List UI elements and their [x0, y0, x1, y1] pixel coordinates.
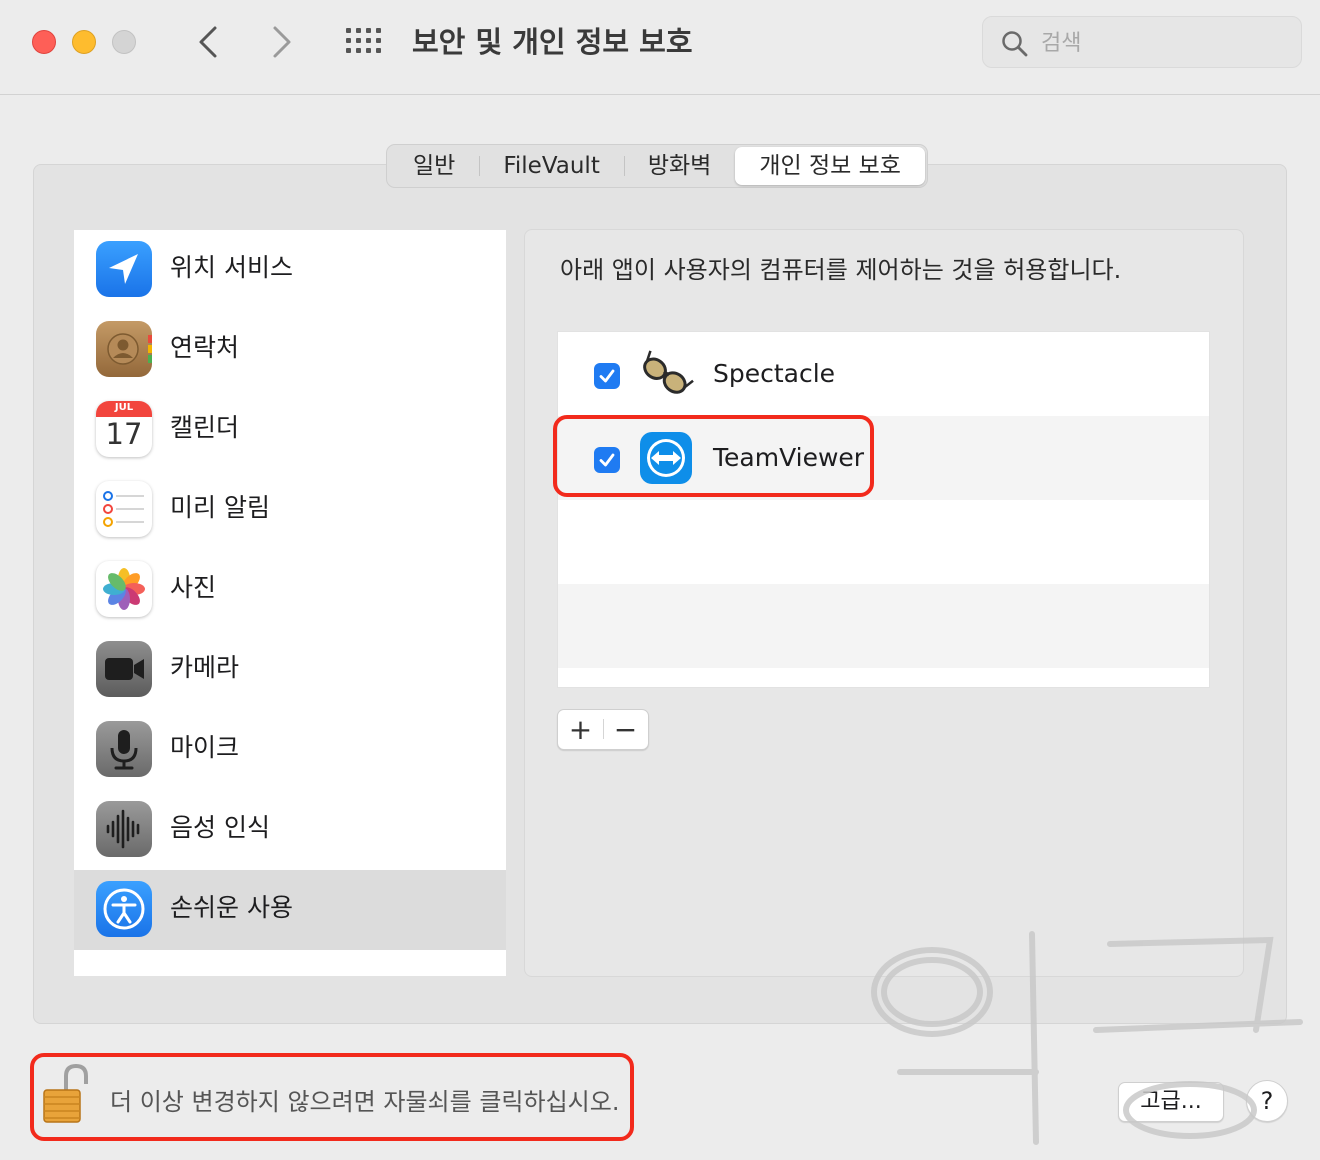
- advanced-button[interactable]: 고급...: [1118, 1082, 1224, 1122]
- back-button[interactable]: [188, 22, 228, 62]
- chevron-left-icon: [199, 26, 217, 58]
- sidebar-item-label: 음성 인식: [170, 813, 270, 842]
- allowed-apps-list[interactable]: Spectacle TeamViewer: [557, 331, 1210, 688]
- show-all-preferences-button[interactable]: [342, 24, 386, 60]
- title-bar: 보안 및 개인 정보 보호: [0, 0, 1320, 95]
- sidebar-item-label: 카메라: [170, 653, 240, 682]
- close-window-button[interactable]: [32, 30, 56, 54]
- grid-icon: [346, 28, 381, 53]
- spectacle-glasses-icon: [638, 346, 694, 402]
- sidebar-item-label: 연락처: [170, 333, 240, 362]
- accessibility-icon: [96, 881, 152, 937]
- location-arrow-icon: [96, 241, 152, 297]
- tab-privacy[interactable]: 개인 정보 보호: [735, 147, 925, 185]
- microphone-icon: [96, 721, 152, 777]
- calendar-day: 17: [105, 417, 143, 451]
- empty-row: [558, 500, 1209, 584]
- sidebar-item-reminders[interactable]: 미리 알림: [74, 470, 506, 550]
- tab-filevault[interactable]: FileVault: [479, 147, 624, 185]
- checkmark-icon: [599, 369, 615, 383]
- camera-icon: [96, 641, 152, 697]
- window-title: 보안 및 개인 정보 보호: [412, 25, 693, 59]
- sidebar-item-label: 사진: [170, 573, 217, 602]
- photos-icon: [96, 561, 152, 617]
- sidebar-item-microphone[interactable]: 마이크: [74, 710, 506, 790]
- minimize-window-button[interactable]: [72, 30, 96, 54]
- tab-bar: 일반 FileVault 방화벽 개인 정보 보호: [386, 144, 928, 188]
- tab-firewall[interactable]: 방화벽: [623, 147, 735, 185]
- search-field[interactable]: [982, 16, 1302, 68]
- sidebar-item-label: 위치 서비스: [170, 253, 293, 282]
- teamviewer-icon: [638, 430, 694, 486]
- sidebar-item-speech-recognition[interactable]: 음성 인식: [74, 790, 506, 870]
- unlocked-padlock-icon: [43, 1063, 88, 1123]
- spectacle-checkbox[interactable]: [594, 363, 620, 389]
- forward-button[interactable]: [262, 22, 302, 62]
- remove-app-button[interactable]: −: [603, 709, 648, 750]
- sidebar-item-label: 캘린더: [170, 413, 240, 442]
- sidebar-item-label: 미리 알림: [170, 493, 270, 522]
- app-name: Spectacle: [713, 359, 836, 388]
- sidebar-item-photos[interactable]: 사진: [74, 550, 506, 630]
- speech-recognition-icon: [96, 801, 152, 857]
- tab-general[interactable]: 일반: [389, 147, 479, 185]
- privacy-category-list[interactable]: 위치 서비스 연락처 JUL 17 캘린더 미리 알림 사진 카메라 마이크 음…: [74, 230, 506, 976]
- empty-row: [558, 584, 1209, 668]
- calendar-icon: JUL 17: [96, 401, 152, 457]
- add-remove-control: + −: [557, 709, 649, 750]
- help-button[interactable]: ?: [1246, 1080, 1288, 1122]
- chevron-right-icon: [273, 26, 291, 58]
- checkmark-icon: [599, 453, 615, 467]
- sidebar-item-contacts[interactable]: 연락처: [74, 310, 506, 390]
- reminders-icon: [96, 481, 152, 537]
- contacts-icon: [96, 321, 152, 377]
- sidebar-item-label: 마이크: [170, 733, 240, 762]
- teamviewer-checkbox[interactable]: [594, 447, 620, 473]
- plus-icon: +: [568, 712, 593, 746]
- search-icon: [1002, 31, 1028, 57]
- calendar-month: JUL: [114, 402, 134, 413]
- sidebar-item-location-services[interactable]: 위치 서비스: [74, 230, 506, 310]
- zoom-window-button[interactable]: [112, 30, 136, 54]
- app-row-spectacle[interactable]: Spectacle: [558, 332, 1209, 416]
- minus-icon: −: [613, 712, 638, 746]
- app-name: TeamViewer: [713, 443, 865, 472]
- search-input[interactable]: [1041, 25, 1281, 61]
- sidebar-item-label: 손쉬운 사용: [170, 893, 293, 922]
- lock-button[interactable]: [40, 1062, 92, 1126]
- app-row-teamviewer[interactable]: TeamViewer: [558, 416, 1209, 500]
- lock-instruction-text: 더 이상 변경하지 않으려면 자물쇠를 클릭하십시오.: [110, 1088, 620, 1116]
- add-app-button[interactable]: +: [558, 709, 603, 750]
- sidebar-item-calendar[interactable]: JUL 17 캘린더: [74, 390, 506, 470]
- sidebar-item-camera[interactable]: 카메라: [74, 630, 506, 710]
- permission-description: 아래 앱이 사용자의 컴퓨터를 제어하는 것을 허용합니다.: [560, 256, 1122, 284]
- sidebar-item-accessibility[interactable]: 손쉬운 사용: [74, 870, 506, 950]
